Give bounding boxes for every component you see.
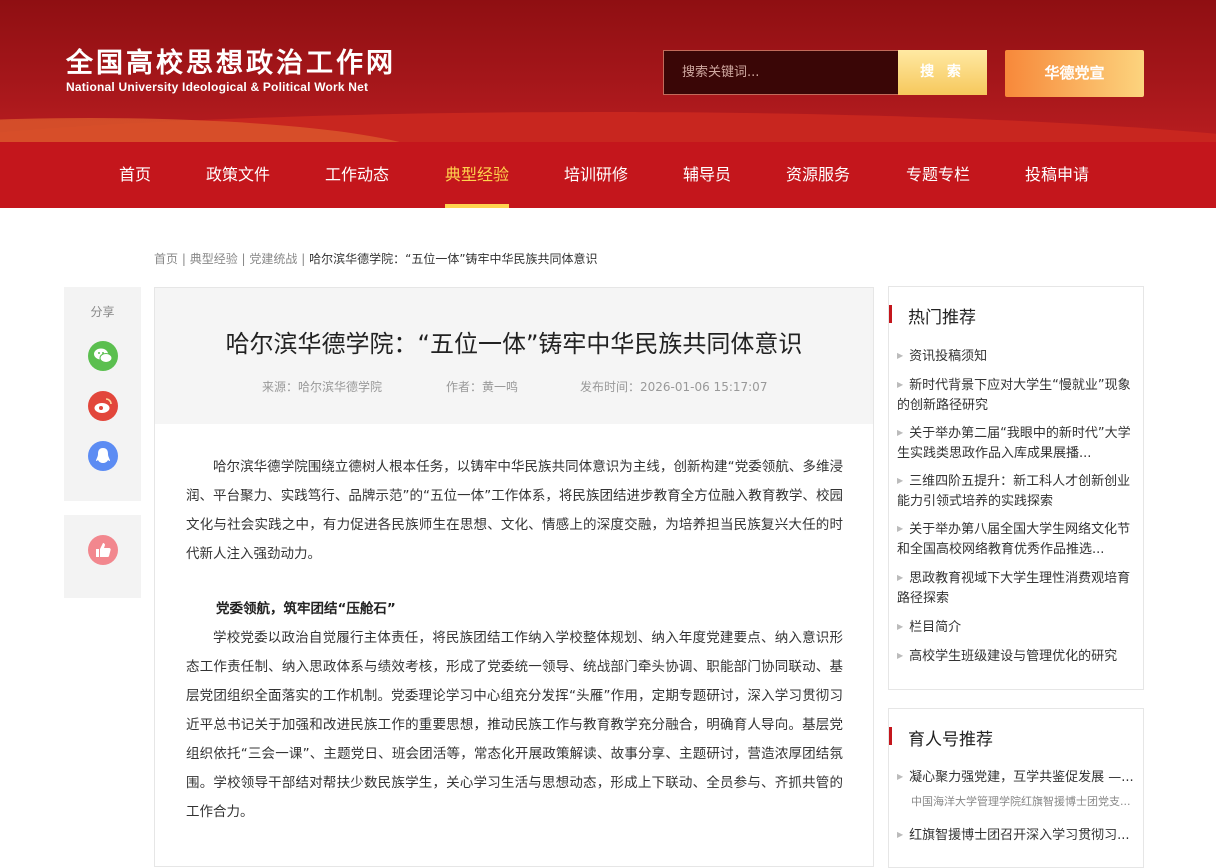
share-label: 分享: [90, 305, 115, 319]
article-author: 作者：黄一鸣: [446, 380, 519, 394]
arrow-icon: ▶: [897, 651, 904, 660]
hot-item[interactable]: ▶ 思政教育视域下大学生理性消费观培育路径探索: [897, 568, 1135, 609]
breadcrumb-separator: |: [181, 252, 190, 266]
logo-chinese-name: 全国高校思想政治工作网: [66, 48, 396, 79]
breadcrumb-home[interactable]: 首页: [154, 252, 178, 266]
article-source: 来源：哈尔滨华德学院: [262, 380, 383, 394]
yuren-item-title: 凝心聚力强党建，互学共鉴促发展 —...: [909, 770, 1134, 785]
yuren-recommend-panel: 育人号推荐 ▶ 凝心聚力强党建，互学共鉴促发展 —... 中国海洋大学管理学院红旗…: [888, 708, 1144, 868]
site-header: 全国高校思想政治工作网 National University Ideologi…: [0, 0, 1216, 142]
hot-item[interactable]: ▶ 关于举办第八届全国大学生网络文化节和全国高校网络教育优秀作品推选...: [897, 519, 1135, 560]
hot-item-label: 思政教育视域下大学生理性消费观培育路径探索: [897, 571, 1131, 606]
hot-item[interactable]: ▶ 新时代背景下应对大学生“慢就业”现象的创新路径研究: [897, 375, 1135, 416]
arrow-icon: ▶: [897, 772, 904, 781]
yuren-recommend-title: 育人号推荐: [908, 730, 993, 750]
arrow-icon: ▶: [897, 380, 904, 389]
arrow-icon: ▶: [897, 351, 904, 360]
hot-item-label: 三维四阶五提升：新工科人才创新创业能力引领式培养的实践探索: [897, 474, 1131, 509]
nav-item-training[interactable]: 培训研修: [564, 142, 628, 208]
arrow-icon: ▶: [897, 830, 904, 839]
qq-icon[interactable]: [88, 441, 118, 471]
yuren-item-title: 红旗智援博士团召开深入学习贯彻习...: [909, 828, 1130, 843]
article-date: 发布时间：2026-01-06 15:17:07: [580, 380, 768, 394]
hot-item[interactable]: ▶ 高校学生班级建设与管理优化的研究: [897, 646, 1135, 667]
hot-item-label: 栏目简介: [909, 620, 962, 635]
hot-item-label: 资讯投稿须知: [909, 349, 988, 364]
huade-party-button[interactable]: 华德党宣: [1005, 50, 1144, 97]
hot-item[interactable]: ▶ 栏目简介: [897, 617, 1135, 638]
article-paragraph: 学校党委以政治自觉履行主体责任，将民族团结工作纳入学校整体规划、纳入年度党建要点…: [186, 630, 843, 820]
weibo-icon[interactable]: [88, 391, 118, 421]
article-header: 哈尔滨华德学院：“五位一体”铸牢中华民族共同体意识 来源：哈尔滨华德学院 作者：…: [155, 288, 873, 424]
hot-item-label: 关于举办第八届全国大学生网络文化节和全国高校网络教育优秀作品推选...: [897, 522, 1131, 557]
hot-recommend-title: 热门推荐: [908, 308, 976, 328]
nav-item-home[interactable]: 首页: [119, 142, 151, 208]
like-panel: [64, 515, 141, 598]
hot-item[interactable]: ▶ 资讯投稿须知: [897, 346, 1135, 367]
article-panel: 哈尔滨华德学院：“五位一体”铸牢中华民族共同体意识 来源：哈尔滨华德学院 作者：…: [154, 287, 874, 867]
breadcrumb-party-united-front[interactable]: 党建统战: [249, 252, 297, 266]
yuren-item-source: 中国海洋大学管理学院红旗智援博士团党支...: [911, 795, 1131, 808]
search-input[interactable]: 搜索关键词...: [663, 50, 898, 95]
share-panel: 分享: [64, 287, 141, 501]
article-subheading: 党委领航，筑牢团结“压舱石”: [216, 601, 396, 617]
yuren-item[interactable]: ▶ 红旗智援博士团召开深入学习贯彻习...: [897, 825, 1135, 846]
breadcrumb-current: 哈尔滨华德学院：“五位一体”铸牢中华民族共同体意识: [309, 252, 598, 266]
nav-item-resources[interactable]: 资源服务: [786, 142, 850, 208]
nav-item-counselor[interactable]: 辅导员: [683, 142, 731, 208]
yuren-item[interactable]: ▶ 凝心聚力强党建，互学共鉴促发展 —...: [897, 767, 1135, 788]
breadcrumb: 首页 | 典型经验 | 党建统战 | 哈尔滨华德学院：“五位一体”铸牢中华民族共…: [154, 250, 598, 267]
logo-english-name: National University Ideological & Politi…: [66, 80, 369, 94]
article-title: 哈尔滨华德学院：“五位一体”铸牢中华民族共同体意识: [225, 330, 803, 358]
arrow-icon: ▶: [897, 573, 904, 582]
nav-item-submission[interactable]: 投稿申请: [1025, 142, 1089, 208]
site-logo[interactable]: 全国高校思想政治工作网 National University Ideologi…: [66, 48, 396, 94]
hot-item[interactable]: ▶ 关于举办第二届“我眼中的新时代”大学生实践类思政作品入库成果展播...: [897, 423, 1135, 464]
article-paragraph: 哈尔滨华德学院围绕立德树人根本任务，以铸牢中华民族共同体意识为主线，创新构建“党…: [186, 459, 843, 562]
section-marker: [889, 305, 892, 323]
thumbs-up-icon[interactable]: [88, 535, 118, 565]
nav-item-policy[interactable]: 政策文件: [206, 142, 270, 208]
search-button[interactable]: 搜 索: [898, 50, 987, 95]
arrow-icon: ▶: [897, 476, 904, 485]
hot-item-label: 高校学生班级建设与管理优化的研究: [909, 649, 1118, 664]
hot-item[interactable]: ▶ 三维四阶五提升：新工科人才创新创业能力引领式培养的实践探索: [897, 471, 1135, 512]
wechat-icon[interactable]: [88, 341, 118, 371]
hot-item-label: 新时代背景下应对大学生“慢就业”现象的创新路径研究: [897, 378, 1131, 413]
nav-item-work-news[interactable]: 工作动态: [325, 142, 389, 208]
breadcrumb-typical-experience[interactable]: 典型经验: [190, 252, 238, 266]
arrow-icon: ▶: [897, 428, 904, 437]
nav-active-indicator: [445, 204, 509, 208]
breadcrumb-separator: |: [301, 252, 310, 266]
main-nav: 首页 政策文件 工作动态 典型经验 培训研修 辅导员 资源服务 专题专栏 投稿申…: [0, 142, 1216, 208]
arrow-icon: ▶: [897, 524, 904, 533]
arrow-icon: ▶: [897, 622, 904, 631]
nav-item-special-topics[interactable]: 专题专栏: [906, 142, 970, 208]
hot-recommend-panel: 热门推荐 ▶ 资讯投稿须知 ▶ 新时代背景下应对大学生“慢就业”现象的创新路径研究 …: [888, 286, 1144, 690]
hot-item-label: 关于举办第二届“我眼中的新时代”大学生实践类思政作品入库成果展播...: [897, 426, 1131, 461]
nav-item-typical-experience[interactable]: 典型经验: [445, 142, 509, 208]
section-marker: [889, 727, 892, 745]
